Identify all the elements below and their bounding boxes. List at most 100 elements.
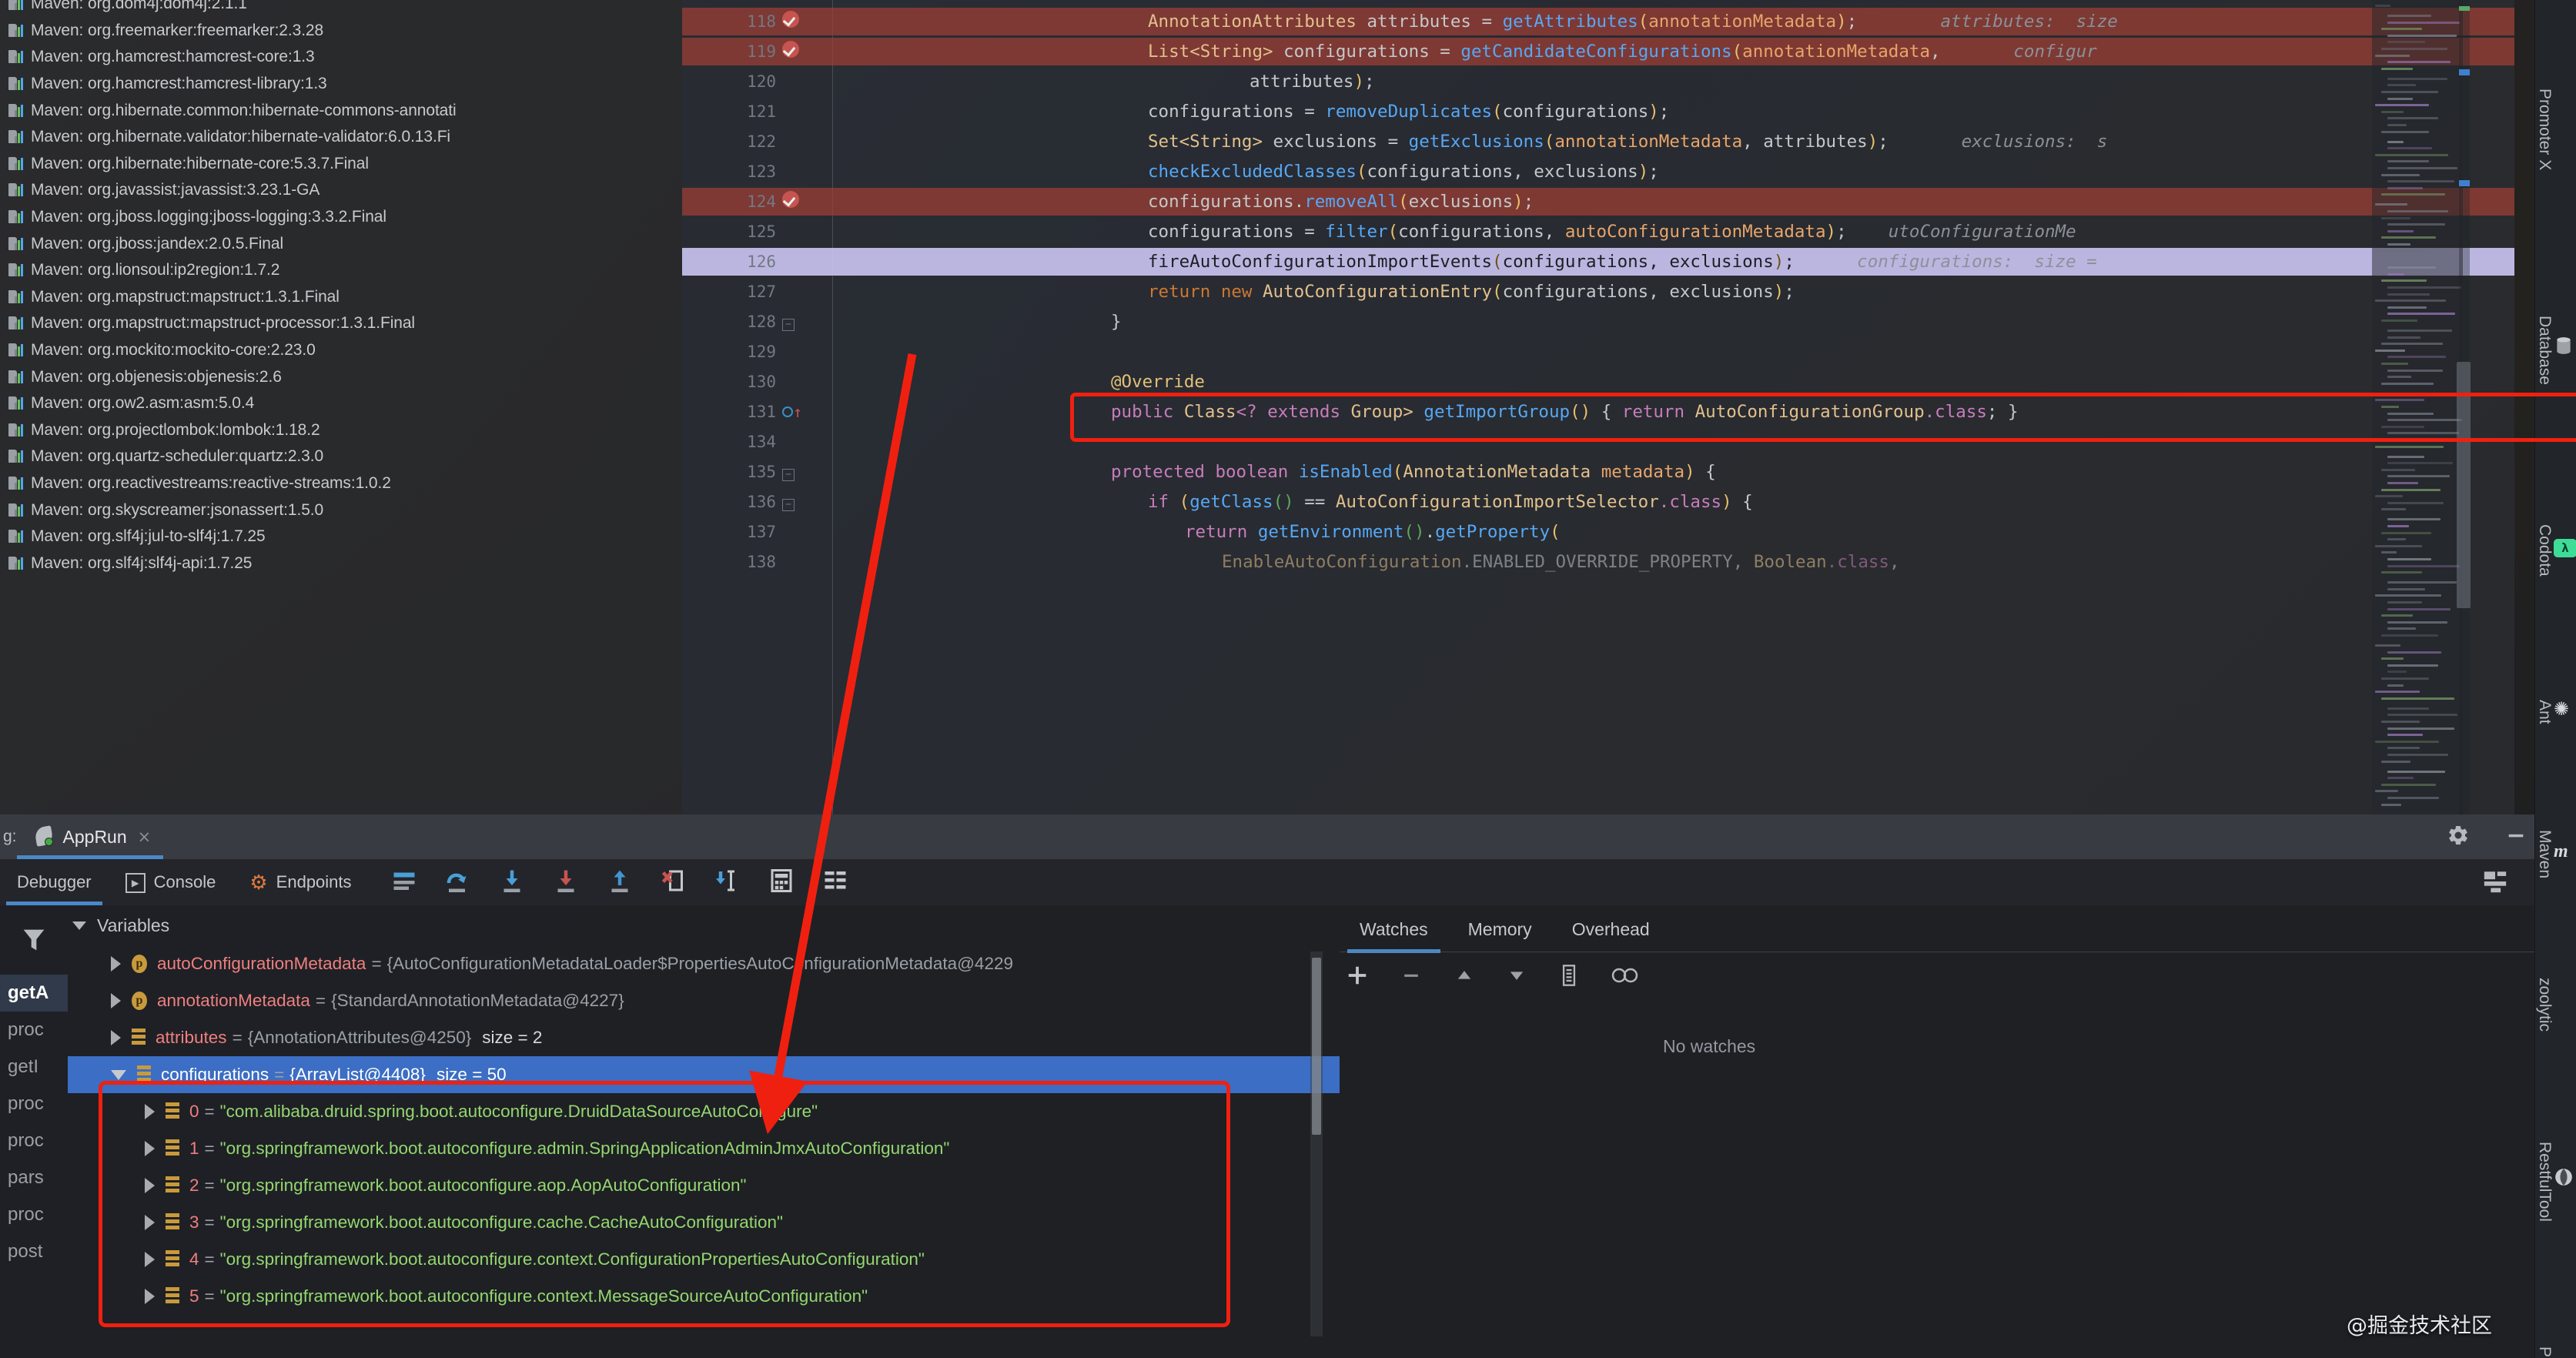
gutter-marker[interactable]: [782, 41, 813, 62]
variables-list[interactable]: pautoConfigurationMetadata={AutoConfigur…: [68, 945, 1340, 1358]
frames-panel[interactable]: getAprocgetIprocprocparsprocpost: [0, 905, 68, 1358]
chevron-down-icon[interactable]: [72, 922, 86, 930]
chevron-down-icon[interactable]: [111, 1070, 126, 1080]
code-fold-icon[interactable]: −: [782, 319, 795, 331]
stack-frame-item[interactable]: proc: [0, 1012, 68, 1049]
breakpoint-icon[interactable]: [782, 11, 799, 28]
variable-row[interactable]: 2="org.springframework.boot.autoconfigur…: [68, 1167, 1340, 1204]
run-tab-apprun[interactable]: AppRun ×: [34, 814, 162, 859]
maven-dependency-item[interactable]: Maven: org.slf4j:slf4j-api:1.7.25: [0, 550, 682, 577]
code-line[interactable]: 128−}: [682, 308, 2514, 336]
chevron-right-icon[interactable]: [145, 1104, 155, 1119]
code-line[interactable]: 136−if (getClass() == AutoConfigurationI…: [682, 488, 2514, 516]
variables-scrollbar-thumb[interactable]: [1312, 958, 1321, 1135]
code-line[interactable]: 124configurations.removeAll(exclusions);: [682, 188, 2514, 216]
tool-window-button-database[interactable]: Database: [2535, 254, 2576, 447]
code-line[interactable]: 137return getEnvironment().getProperty(: [682, 518, 2514, 546]
chevron-right-icon[interactable]: [145, 1141, 155, 1156]
gear-icon[interactable]: [2447, 824, 2470, 850]
tool-window-button-ant[interactable]: Ant✺: [2535, 654, 2576, 770]
code-line[interactable]: 127return new AutoConfigurationEntry(con…: [682, 278, 2514, 306]
code-fold-icon[interactable]: −: [782, 469, 795, 481]
maven-dependency-item[interactable]: Maven: org.freemarker:freemarker:2.3.28: [0, 18, 682, 45]
step-into-button[interactable]: [498, 867, 529, 898]
maven-dependency-item[interactable]: Maven: org.dom4j:dom4j:2.1.1: [0, 0, 682, 18]
chevron-right-icon[interactable]: [145, 1178, 155, 1193]
stack-frame-item[interactable]: pars: [0, 1159, 68, 1196]
scrollbar-marker[interactable]: [2459, 180, 2470, 186]
tool-window-button-maven[interactable]: Mavenm: [2535, 785, 2576, 924]
force-step-into-button[interactable]: [552, 867, 583, 898]
step-over-button[interactable]: [444, 867, 475, 898]
mute-breakpoints-button[interactable]: [821, 867, 852, 898]
stack-frame-item[interactable]: getA: [0, 975, 68, 1012]
variable-row[interactable]: 0="com.alibaba.druid.spring.boot.autocon…: [68, 1093, 1340, 1130]
code-line[interactable]: 126fireAutoConfigurationImportEvents(con…: [682, 248, 2514, 276]
maven-dependency-item[interactable]: Maven: org.hamcrest:hamcrest-core:1.3: [0, 44, 682, 71]
inspect-icon[interactable]: [1611, 965, 1638, 991]
watches-tab-watches[interactable]: Watches: [1340, 905, 1448, 953]
scrollbar-marker[interactable]: [2459, 69, 2470, 75]
variable-row[interactable]: 1="org.springframework.boot.autoconfigur…: [68, 1130, 1340, 1167]
variable-row[interactable]: 3="org.springframework.boot.autoconfigur…: [68, 1204, 1340, 1241]
maven-dependency-item[interactable]: Maven: org.skyscreamer:jsonassert:1.5.0: [0, 497, 682, 523]
maven-dependency-item[interactable]: Maven: org.projectlombok:lombok:1.18.2: [0, 417, 682, 444]
maven-dependency-item[interactable]: Maven: org.jboss:jandex:2.0.5.Final: [0, 230, 682, 257]
code-line[interactable]: 123checkExcludedClasses(configurations, …: [682, 158, 2514, 186]
code-line[interactable]: 135−protected boolean isEnabled(Annotati…: [682, 458, 2514, 486]
override-marker-icon[interactable]: [782, 406, 793, 417]
maven-dependency-item[interactable]: Maven: org.hibernate.validator:hibernate…: [0, 124, 682, 151]
move-up-icon[interactable]: [1454, 965, 1475, 992]
breakpoint-icon[interactable]: [782, 191, 799, 208]
variable-row[interactable]: attributes={AnnotationAttributes@4250}si…: [68, 1019, 1340, 1056]
move-down-icon[interactable]: [1506, 965, 1527, 992]
code-line[interactable]: 129: [682, 338, 2514, 366]
remove-watch-icon[interactable]: [1400, 964, 1423, 992]
gutter-marker[interactable]: −: [782, 312, 813, 332]
tool-window-button-codota[interactable]: Codotaλ: [2535, 462, 2576, 639]
stack-frame-item[interactable]: post: [0, 1233, 68, 1270]
code-line[interactable]: 120attributes);: [682, 68, 2514, 95]
filter-icon[interactable]: [0, 905, 68, 975]
watches-tab-memory[interactable]: Memory: [1448, 905, 1552, 953]
copy-icon[interactable]: [1558, 964, 1580, 992]
variable-row[interactable]: 5="org.springframework.boot.autoconfigur…: [68, 1278, 1340, 1315]
tool-window-button-restfultool[interactable]: RestfulTool: [2535, 1085, 2576, 1278]
debugger-tab-endpoints[interactable]: ⚙Endpoints: [233, 859, 368, 905]
maven-dependency-item[interactable]: Maven: org.mapstruct:mapstruct:1.3.1.Fin…: [0, 284, 682, 311]
code-line[interactable]: 131↑public Class<? extends Group> getImp…: [682, 398, 2514, 426]
show-execution-point-button[interactable]: [390, 867, 421, 898]
maven-dependency-item[interactable]: Maven: org.quartz-scheduler:quartz:2.3.0: [0, 443, 682, 470]
code-line[interactable]: 119List<String> configurations = getCand…: [682, 38, 2514, 65]
add-watch-icon[interactable]: [1346, 964, 1369, 992]
variable-row[interactable]: configurations={ArrayList@4408}size = 50: [68, 1056, 1340, 1093]
chevron-right-icon[interactable]: [111, 1030, 121, 1045]
gutter-marker[interactable]: −: [782, 492, 813, 512]
chevron-right-icon[interactable]: [111, 993, 121, 1008]
debugger-tab-debugger[interactable]: Debugger: [0, 859, 109, 905]
breakpoint-icon[interactable]: [782, 41, 799, 58]
chevron-right-icon[interactable]: [145, 1289, 155, 1304]
maven-dependency-item[interactable]: Maven: org.objenesis:objenesis:2.6: [0, 363, 682, 390]
close-icon[interactable]: ×: [138, 828, 152, 846]
variables-header[interactable]: Variables: [68, 905, 1340, 945]
variable-row[interactable]: pannotationMetadata={StandardAnnotationM…: [68, 982, 1340, 1019]
maven-dependency-item[interactable]: Maven: org.mockito:mockito-core:2.23.0: [0, 337, 682, 364]
step-out-button[interactable]: [606, 867, 637, 898]
code-line[interactable]: 138EnableAutoConfiguration.ENABLED_OVERR…: [682, 548, 2514, 576]
code-line[interactable]: 125configurations = filter(configuration…: [682, 218, 2514, 246]
scrollbar-marker-ok[interactable]: [2459, 6, 2470, 11]
project-maven-panel[interactable]: Maven: org.dom4j:dom4j:2.1.1Maven: org.f…: [0, 0, 682, 814]
maven-dependency-item[interactable]: Maven: org.hibernate:hibernate-core:5.3.…: [0, 151, 682, 178]
tool-window-button-zoolytic[interactable]: zoolytic: [2535, 939, 2576, 1070]
code-line[interactable]: 122Set<String> exclusions = getExclusion…: [682, 128, 2514, 156]
maven-dependency-item[interactable]: Maven: org.reactivestreams:reactive-stre…: [0, 470, 682, 497]
tool-window-button-promoter-x[interactable]: Promoter X: [2535, 14, 2576, 245]
stack-frame-item[interactable]: getI: [0, 1049, 68, 1085]
watches-tab-overhead[interactable]: Overhead: [1552, 905, 1670, 953]
gutter-marker[interactable]: ↑: [782, 402, 813, 422]
debugger-tab-console[interactable]: ▶Console: [109, 859, 233, 905]
chevron-right-icon[interactable]: [145, 1252, 155, 1267]
gutter-marker[interactable]: [782, 191, 813, 212]
code-line[interactable]: 121configurations = removeDuplicates(con…: [682, 98, 2514, 125]
